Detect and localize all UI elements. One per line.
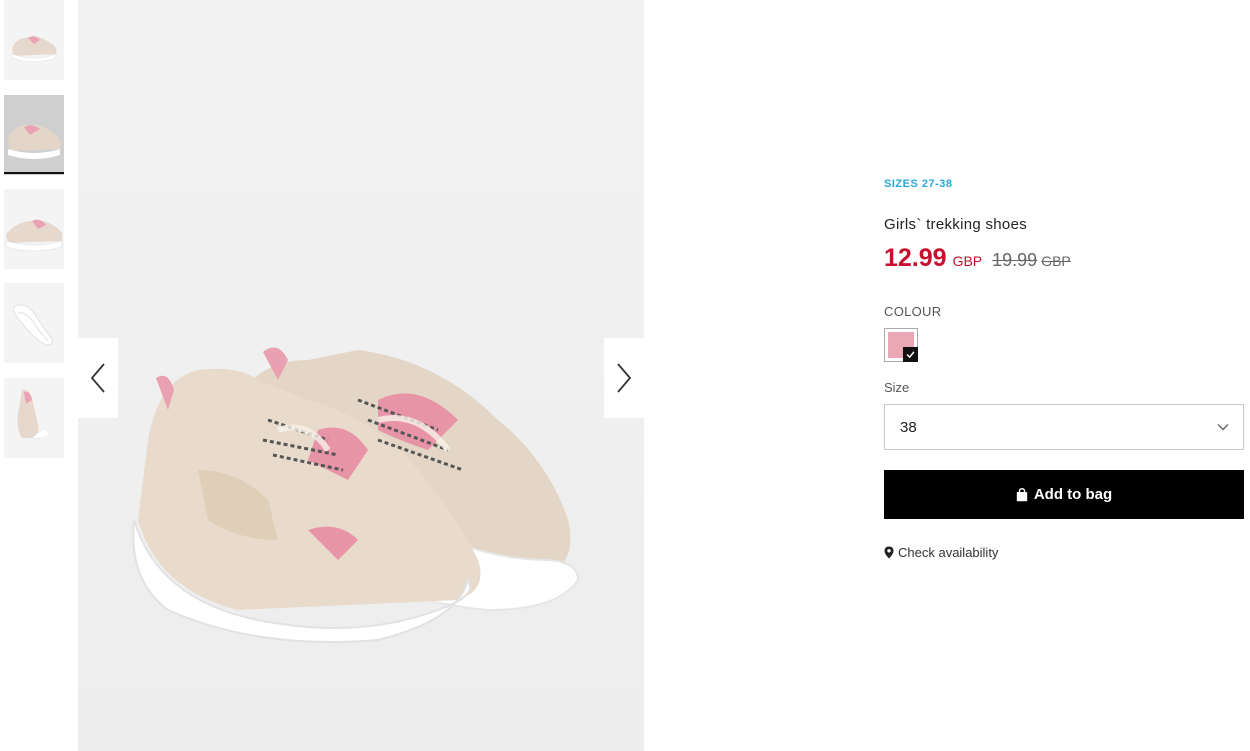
colour-swatch-pink[interactable] [884, 328, 918, 362]
selected-size: 38 [900, 418, 917, 436]
next-image-button[interactable] [604, 338, 644, 418]
product-title: Girls` trekking shoes [884, 216, 1028, 233]
previous-image-button[interactable] [78, 338, 118, 418]
thumbnail-5[interactable] [4, 378, 64, 458]
thumbnail-4[interactable] [4, 283, 64, 363]
shopping-bag-icon [1016, 487, 1028, 501]
check-availability-label: Check availability [898, 545, 999, 560]
chevron-left-icon [90, 363, 105, 393]
size-select[interactable]: 38 [884, 404, 1244, 450]
sale-price-currency: GBP [952, 253, 983, 269]
sale-price: 12.99 [884, 244, 947, 272]
main-product-image [78, 0, 644, 751]
check-availability-link[interactable]: Check availability [884, 545, 998, 560]
chevron-right-icon [617, 363, 632, 393]
product-photo-sneakers [78, 0, 644, 751]
thumbnail-3[interactable] [4, 189, 64, 269]
thumbnail-2[interactable] [4, 95, 64, 175]
active-thumbnail-indicator [4, 172, 64, 174]
original-price-currency: GBP [1041, 253, 1071, 269]
original-price: 19.99 [992, 250, 1038, 270]
price-row: 12.99 GBP 19.99 GBP [884, 244, 1071, 273]
colour-label: COLOUR [884, 304, 942, 319]
thumbnail-1[interactable] [4, 0, 64, 80]
checkmark-icon [903, 347, 918, 362]
add-to-bag-label: Add to bag [1033, 486, 1113, 503]
sizes-range-label: SIZES 27-38 [884, 178, 953, 190]
size-label: Size [884, 380, 910, 395]
chevron-down-icon [1217, 424, 1229, 431]
add-to-bag-button[interactable]: Add to bag [884, 470, 1244, 519]
location-pin-icon [884, 546, 894, 559]
